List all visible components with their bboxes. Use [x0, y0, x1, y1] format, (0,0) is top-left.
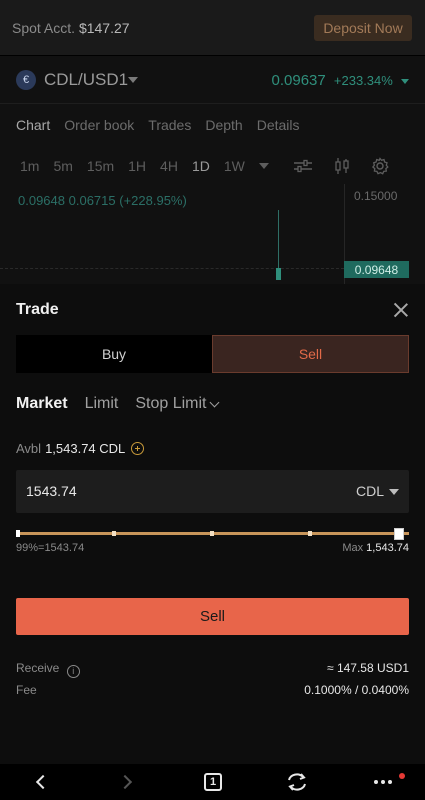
chart-change: (+228.95%): [119, 193, 187, 208]
receive-value: ≈ 147.58 USD1: [327, 661, 409, 675]
fee-label: Fee: [16, 683, 37, 697]
receive-row: Receive i ≈ 147.58 USD1: [16, 661, 409, 678]
caret-down-icon: [401, 78, 409, 84]
max-value: 1,543.74: [366, 542, 409, 554]
buy-tab[interactable]: Buy: [16, 335, 212, 373]
candle-body: [276, 268, 281, 280]
slider-start-mark: [16, 530, 20, 537]
tab-trades[interactable]: Trades: [148, 117, 191, 133]
tab-depth[interactable]: Depth: [205, 117, 242, 133]
interval-5m[interactable]: 5m: [53, 158, 72, 174]
more-menu-button[interactable]: [370, 764, 396, 800]
available-value: 1,543.74 CDL: [45, 441, 126, 456]
spot-account-balance: $147.27: [78, 20, 130, 36]
max-label: Max: [342, 542, 364, 554]
slider-mark-25[interactable]: [112, 531, 116, 536]
spot-account: Spot Acct. $147.27: [12, 20, 130, 36]
interval-15m[interactable]: 15m: [87, 158, 114, 174]
gear-icon[interactable]: [371, 157, 389, 175]
more-dots-icon: [374, 780, 392, 784]
chart-tabs: Chart Order book Trades Depth Details: [16, 117, 314, 133]
tab-details[interactable]: Details: [257, 117, 300, 133]
chart-price-a: 0.09648: [18, 193, 65, 208]
current-price-tag: 0.09648: [344, 261, 409, 278]
order-type-market[interactable]: Market: [16, 395, 68, 413]
chart-ohlc-readout: 0.09648 0.06715 (+228.95%): [18, 193, 187, 208]
coin-icon: €: [16, 70, 36, 90]
refresh-icon: [288, 773, 306, 791]
notification-dot: [399, 773, 405, 779]
close-icon[interactable]: [390, 299, 412, 321]
interval-1h[interactable]: 1H: [128, 158, 146, 174]
amount-value[interactable]: 1543.74: [26, 483, 77, 499]
slider-mark-50[interactable]: [210, 531, 214, 536]
amount-unit-selector[interactable]: CDL: [356, 483, 384, 499]
fee-row: Fee 0.1000% / 0.0400%: [16, 683, 409, 697]
tab-chart[interactable]: Chart: [16, 117, 50, 133]
order-type-tabs: Market Limit Stop Limit: [16, 395, 219, 413]
slider-percent-text: 99%=1543.74: [16, 542, 85, 554]
slider-thumb[interactable]: [394, 528, 404, 540]
interval-1m[interactable]: 1m: [20, 158, 39, 174]
trading-screen-background: Spot Acct. $147.27 Deposit Now € CDL/USD…: [0, 0, 425, 284]
amount-field[interactable]: 1543.74 CDL: [16, 470, 409, 513]
back-button[interactable]: [30, 764, 56, 800]
chart-price-b: 0.06715: [68, 193, 116, 208]
deposit-now-button[interactable]: Deposit Now: [314, 15, 412, 41]
available-balance: Avbl 1,543.74 CDL: [16, 441, 145, 456]
pair-selector[interactable]: CDL/USD1: [44, 70, 128, 90]
interval-1w[interactable]: 1W: [224, 158, 245, 174]
tab-count: 1: [204, 773, 222, 791]
order-type-limit[interactable]: Limit: [85, 395, 119, 413]
interval-4h[interactable]: 4H: [160, 158, 178, 174]
info-icon[interactable]: i: [66, 665, 80, 678]
pair-header: € CDL/USD1 0.09637 +233.34%: [0, 56, 425, 104]
chevron-left-icon: [35, 774, 51, 790]
available-label: Avbl: [16, 441, 42, 456]
sell-tab[interactable]: Sell: [212, 335, 409, 373]
fee-value: 0.1000% / 0.0400%: [304, 683, 409, 697]
chevron-right-icon: [117, 774, 133, 790]
current-price-line: [0, 268, 344, 269]
receive-label: Receive: [16, 661, 60, 675]
sell-submit-button[interactable]: Sell: [16, 598, 409, 635]
add-funds-icon[interactable]: [131, 442, 145, 455]
sheet-title: Trade: [16, 301, 59, 318]
browser-toolbar: 1: [0, 764, 425, 800]
market-price: 0.09637 +233.34%: [271, 72, 409, 89]
tabs-button[interactable]: 1: [200, 764, 226, 800]
price-axis-top: 0.15000: [354, 189, 398, 203]
refresh-button[interactable]: [284, 764, 310, 800]
account-bar: Spot Acct. $147.27 Deposit Now: [0, 0, 425, 56]
buy-sell-toggle: Buy Sell: [16, 335, 409, 373]
caret-down-icon[interactable]: [389, 489, 399, 495]
slider-mark-75[interactable]: [308, 531, 312, 536]
order-type-stop-limit[interactable]: Stop Limit: [135, 395, 206, 413]
trade-sheet: Trade Buy Sell Market Limit Stop Limit A…: [0, 284, 425, 764]
amount-slider[interactable]: [16, 528, 409, 540]
forward-button[interactable]: [112, 764, 138, 800]
price-change: +233.34%: [333, 73, 393, 88]
last-price: 0.09637: [271, 72, 326, 89]
interval-1d[interactable]: 1D: [192, 158, 210, 174]
chevron-down-icon: [128, 77, 138, 83]
spot-account-label: Spot Acct.: [12, 20, 76, 36]
more-intervals-icon[interactable]: [258, 163, 269, 169]
chevron-down-icon[interactable]: [209, 397, 219, 407]
tab-order-book[interactable]: Order book: [64, 117, 134, 133]
max-amount: Max 1,543.74: [342, 542, 409, 554]
candle-wick: [278, 210, 279, 272]
indicator-settings-icon[interactable]: [293, 158, 313, 174]
interval-bar: 1m 5m 15m 1H 4H 1D 1W: [20, 157, 409, 175]
candlestick-icon[interactable]: [333, 157, 351, 175]
